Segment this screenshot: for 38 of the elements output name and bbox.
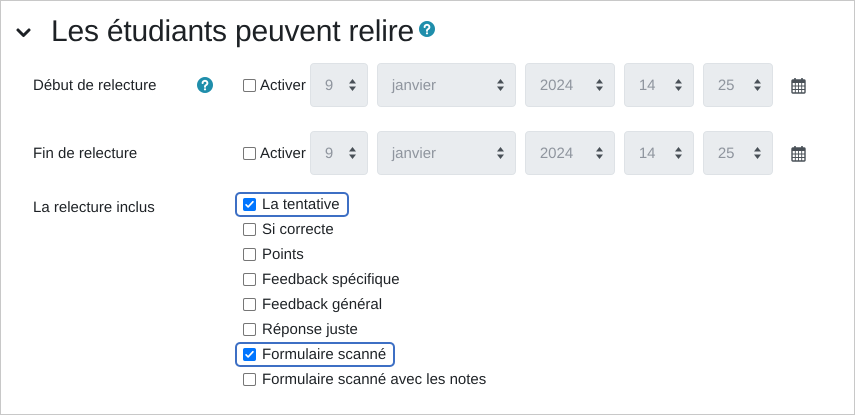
caret-icon: [594, 146, 604, 160]
checkbox[interactable]: [243, 273, 256, 286]
caret-icon: [348, 146, 357, 160]
checkbox-label[interactable]: Points: [262, 246, 304, 263]
checkbox[interactable]: [243, 248, 256, 261]
calendar-icon[interactable]: [790, 144, 806, 162]
field-label: La relecture inclus: [33, 198, 156, 218]
checkbox-label[interactable]: Si correcte: [262, 221, 334, 238]
caret-icon: [674, 78, 683, 92]
caret-icon: [496, 78, 505, 92]
section-title: Les étudiants peuvent relire: [51, 15, 414, 49]
checkbox-label[interactable]: La tentative: [262, 196, 340, 213]
caret-icon: [496, 146, 505, 160]
checkbox-label[interactable]: Formulaire scanné: [262, 346, 386, 363]
enable-checkbox[interactable]: [243, 146, 256, 160]
caret-icon: [752, 146, 762, 160]
checkbox[interactable]: [243, 198, 256, 211]
help-icon[interactable]: [418, 21, 435, 37]
checkbox-label[interactable]: Formulaire scanné avec les notes: [262, 371, 486, 388]
checkbox-label[interactable]: Feedback spécifique: [262, 271, 400, 288]
caret-icon: [348, 78, 357, 92]
enable-checkbox[interactable]: [243, 78, 256, 92]
checkbox-label[interactable]: Feedback général: [262, 296, 382, 313]
checkbox-label[interactable]: Activer: [260, 76, 306, 94]
help-icon[interactable]: [197, 77, 213, 93]
caret-icon: [674, 146, 683, 160]
checkbox[interactable]: [243, 348, 256, 361]
checkbox[interactable]: [243, 223, 256, 236]
checkbox[interactable]: [243, 323, 256, 336]
checkbox-label[interactable]: Activer: [260, 144, 306, 162]
checkbox[interactable]: [243, 298, 256, 311]
field-label: Début de relecture: [33, 76, 158, 94]
checkbox[interactable]: [243, 373, 256, 386]
checkbox-label[interactable]: Réponse juste: [262, 321, 358, 338]
caret-icon: [594, 78, 604, 92]
field-label: Fin de relecture: [33, 144, 138, 162]
calendar-icon[interactable]: [790, 76, 806, 94]
caret-icon: [752, 78, 762, 92]
